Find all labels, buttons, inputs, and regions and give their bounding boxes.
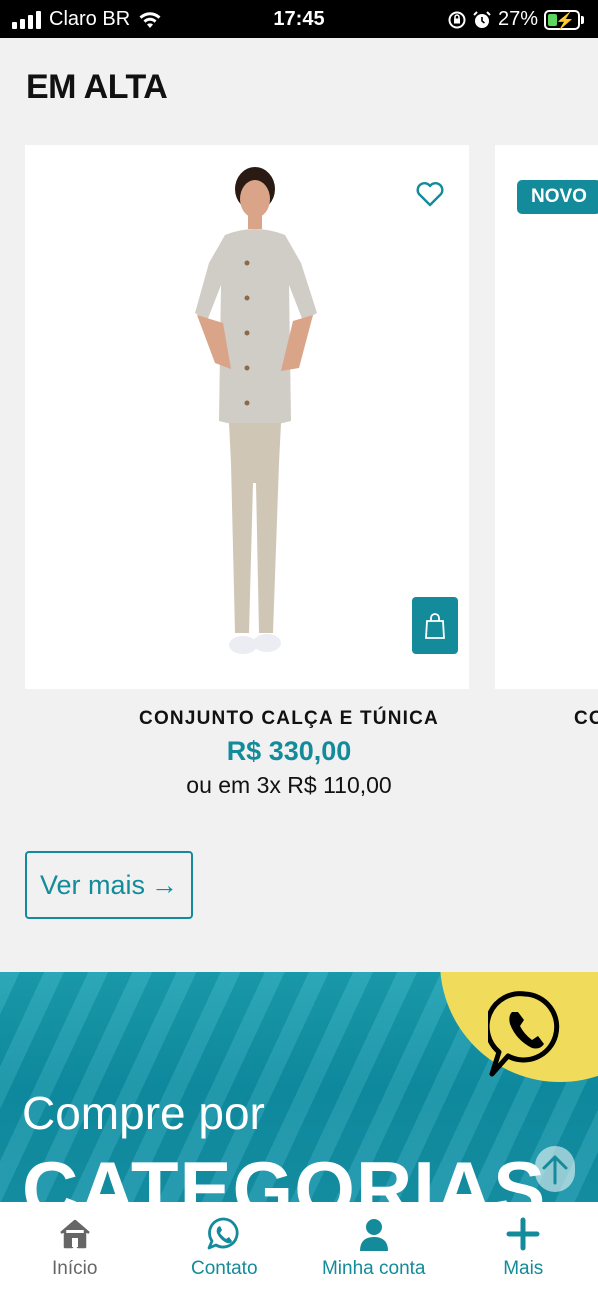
add-to-cart-button[interactable] [412,597,458,654]
heart-icon[interactable] [415,179,445,209]
see-more-label: Ver mais [39,869,146,900]
shopping-bag-icon [425,612,445,639]
rotation-lock-icon [448,11,466,28]
product-name[interactable]: CONJUNTO CALÇA E TÚNICA [25,708,553,730]
nav-label: Mais [503,1258,544,1279]
banner-title: CATEGORIAS [22,1145,547,1202]
alarm-icon [473,10,491,28]
arrow-right-icon: → [151,869,179,900]
user-icon [359,1219,388,1251]
nav-item-mais[interactable]: Mais [449,1202,598,1300]
new-badge: NOVO [517,180,598,214]
nav-label: Início [52,1258,98,1279]
arrow-up-icon [542,1155,568,1185]
plus-icon [506,1217,540,1251]
home-icon [59,1219,90,1249]
product-name[interactable]: CO [574,708,598,730]
status-bar: Claro BR 17:45 27% ⚡ [0,0,598,38]
nav-label: Contato [190,1258,258,1279]
scroll-top-button[interactable] [535,1146,575,1192]
nav-item-contato[interactable]: Contato [150,1202,300,1300]
product-price: R$ 330,00 [226,736,352,766]
section-title: EM ALTA [26,68,168,106]
product-installments: ou em 3x R$ 110,00 [186,772,392,798]
nav-item-minha-conta[interactable]: Minha conta [299,1202,449,1300]
see-more-button[interactable]: Ver mais → [25,851,193,919]
product-card[interactable]: NOVO [495,145,598,689]
nav-item-inicio[interactable]: Início [0,1202,150,1300]
bottom-nav: Início Contato Minha conta Mais [0,1202,598,1300]
product-card[interactable] [25,145,469,689]
battery-icon: ⚡ [544,9,580,30]
product-image [195,167,317,654]
whatsapp-icon[interactable] [488,990,562,1080]
banner-subtitle: Compre por [22,1087,265,1139]
whatsapp-icon [207,1217,239,1250]
battery-percent: 27% [497,8,538,30]
nav-label: Minha conta [321,1258,426,1279]
